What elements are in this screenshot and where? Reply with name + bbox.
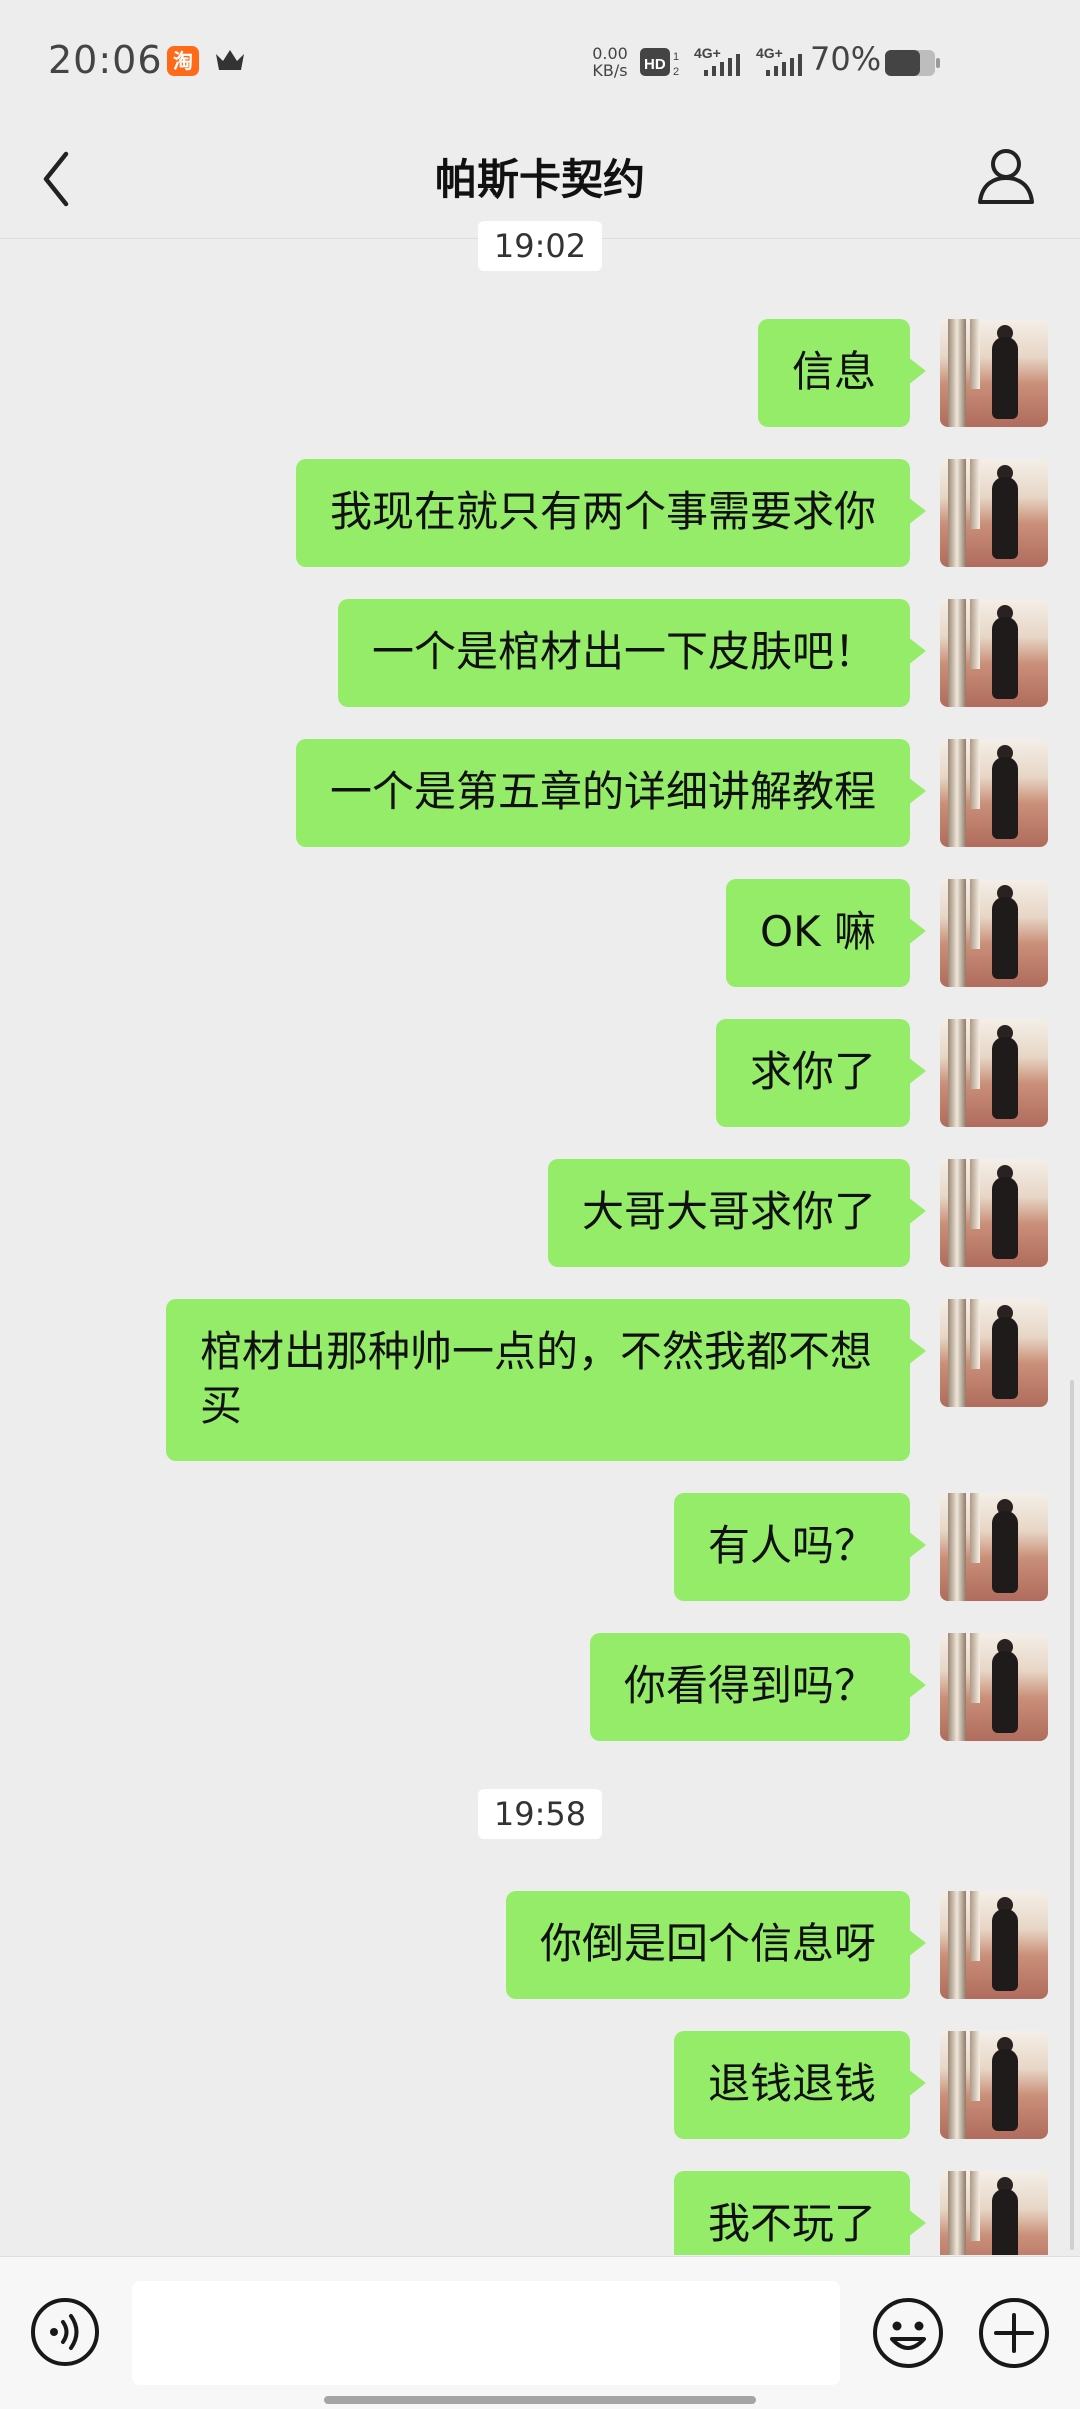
- message-bubble[interactable]: 我不玩了: [673, 2171, 927, 2255]
- message-bubble[interactable]: 有人吗？: [673, 1493, 927, 1601]
- message-row: 一个是第五章的详细讲解教程: [0, 739, 1080, 847]
- chat-area: 19:02 信息 我现在就只有两个事需要求你 一个是棺材出一下皮肤吧！ 一个是第…: [0, 221, 1080, 1267]
- message-bubble[interactable]: 一个是棺材出一下皮肤吧！: [337, 599, 927, 707]
- message-row: 我不玩了: [0, 2171, 1080, 2255]
- message-row: 一个是棺材出一下皮肤吧！: [0, 599, 1080, 707]
- message-bubble[interactable]: 大哥大哥求你了: [547, 1159, 927, 1267]
- message-row: 信息: [0, 319, 1080, 427]
- signal-icon: 4G+: [694, 45, 740, 76]
- avatar[interactable]: [940, 459, 1048, 567]
- avatar[interactable]: [940, 1891, 1048, 1999]
- message-row: 我现在就只有两个事需要求你: [0, 459, 1080, 567]
- message-row: 大哥大哥求你了: [0, 1159, 1080, 1267]
- taobao-icon: 淘: [167, 46, 199, 76]
- network-type-label: 4G+: [694, 45, 721, 61]
- timestamp: 19:02: [0, 221, 1080, 271]
- svg-text:HD: HD: [644, 56, 666, 73]
- message-row: 你看得到吗？: [0, 1633, 1080, 1741]
- battery-percent: 70%: [810, 40, 882, 78]
- message-bubble[interactable]: 一个是第五章的详细讲解教程: [295, 739, 927, 847]
- message-bubble[interactable]: 求你了: [715, 1019, 927, 1127]
- svg-text:1: 1: [673, 51, 679, 63]
- scrollbar[interactable]: [1070, 1380, 1074, 2250]
- message-bubble[interactable]: 你倒是回个信息呀: [505, 1891, 927, 1999]
- message-input[interactable]: [132, 2281, 840, 2385]
- crown-icon: [216, 50, 244, 70]
- home-indicator[interactable]: [324, 2396, 756, 2404]
- voice-icon[interactable]: [30, 2297, 100, 2367]
- message-row: 有人吗？: [0, 1493, 1080, 1601]
- profile-icon[interactable]: [974, 144, 1038, 208]
- timestamp: 19:58: [0, 1789, 1080, 1839]
- avatar[interactable]: [940, 879, 1048, 987]
- avatar[interactable]: [940, 2031, 1048, 2139]
- avatar[interactable]: [940, 1633, 1048, 1741]
- input-bar: [0, 2256, 1080, 2409]
- status-time: 20:06: [48, 38, 163, 82]
- message-bubble[interactable]: 你看得到吗？: [589, 1633, 927, 1741]
- avatar[interactable]: [940, 1493, 1048, 1601]
- avatar[interactable]: [940, 739, 1048, 847]
- message-bubble[interactable]: 我现在就只有两个事需要求你: [295, 459, 927, 567]
- avatar[interactable]: [940, 1159, 1048, 1267]
- chat-area-lower: 棺材出那种帅一点的，不然我都不想买 有人吗？ 你看得到吗？ 19:58 你倒是回…: [0, 1257, 1080, 2255]
- signal-icon: 4G+: [756, 45, 802, 76]
- message-bubble[interactable]: 棺材出那种帅一点的，不然我都不想买: [166, 1299, 926, 1461]
- battery-icon: [885, 50, 940, 76]
- avatar[interactable]: [940, 2171, 1048, 2255]
- svg-text:2: 2: [673, 66, 679, 78]
- network-speed: 0.00 KB/s: [592, 44, 628, 80]
- chat-title: 帕斯卡契约: [434, 155, 645, 204]
- avatar[interactable]: [940, 319, 1048, 427]
- message-bubble[interactable]: 退钱退钱: [673, 2031, 927, 2139]
- message-row: 你倒是回个信息呀: [0, 1891, 1080, 1999]
- avatar[interactable]: [940, 599, 1048, 707]
- message-bubble[interactable]: OK 嘛: [726, 879, 926, 987]
- avatar[interactable]: [940, 1299, 1048, 1407]
- message-row: 求你了: [0, 1019, 1080, 1127]
- emoji-icon[interactable]: [872, 2297, 944, 2369]
- message-bubble[interactable]: 信息: [757, 319, 927, 427]
- network-type-label: 4G+: [756, 45, 783, 61]
- avatar[interactable]: [940, 1019, 1048, 1127]
- message-row: 退钱退钱: [0, 2031, 1080, 2139]
- message-row: 棺材出那种帅一点的，不然我都不想买: [0, 1299, 1080, 1461]
- hd-icon: HD 1 2: [640, 48, 679, 78]
- message-row: OK 嘛: [0, 879, 1080, 987]
- status-bar: 20:06 淘 0.00 KB/s HD 1 2 4G+ 4G+ 70%: [0, 0, 1080, 120]
- plus-icon[interactable]: [978, 2297, 1050, 2369]
